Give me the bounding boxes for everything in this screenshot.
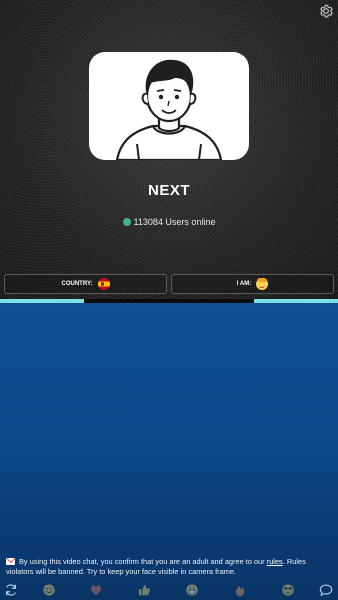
gender-filter-button[interactable]: I AM: bbox=[171, 274, 334, 294]
fire-icon[interactable] bbox=[233, 583, 247, 597]
notice-text-before: By using this video chat, you confirm th… bbox=[19, 557, 267, 566]
online-count: 113084 bbox=[133, 217, 163, 227]
mail-icon bbox=[6, 558, 15, 565]
chat-icon[interactable] bbox=[319, 583, 333, 597]
rules-link[interactable]: rules bbox=[267, 557, 283, 566]
iam-label: I AM: bbox=[236, 281, 252, 287]
country-label: COUNTRY: bbox=[61, 281, 93, 287]
online-users-status: 113084 Users online bbox=[0, 217, 338, 227]
gear-icon[interactable] bbox=[318, 3, 334, 19]
rules-notice: By using this video chat, you confirm th… bbox=[6, 557, 332, 576]
cool-face-icon[interactable] bbox=[281, 583, 295, 597]
self-camera-area bbox=[0, 303, 338, 600]
stranger-video-area: NEXT 113084 Users online COUNTRY: I AM: bbox=[0, 0, 338, 300]
user-avatar-illustration bbox=[115, 59, 223, 160]
thumbs-up-icon[interactable] bbox=[137, 583, 151, 597]
male-face-icon bbox=[256, 278, 269, 290]
grin-icon[interactable] bbox=[185, 583, 199, 597]
smile-icon[interactable] bbox=[42, 583, 56, 597]
refresh-icon[interactable] bbox=[4, 583, 18, 597]
country-filter-button[interactable]: COUNTRY: bbox=[4, 274, 167, 294]
online-suffix: Users online bbox=[162, 217, 216, 227]
bottom-toolbar bbox=[0, 580, 338, 600]
online-status-dot bbox=[122, 218, 131, 226]
avatar-card bbox=[89, 52, 249, 160]
next-button[interactable]: NEXT bbox=[0, 182, 338, 199]
spain-flag-icon bbox=[97, 278, 110, 290]
heart-icon[interactable] bbox=[89, 583, 103, 597]
